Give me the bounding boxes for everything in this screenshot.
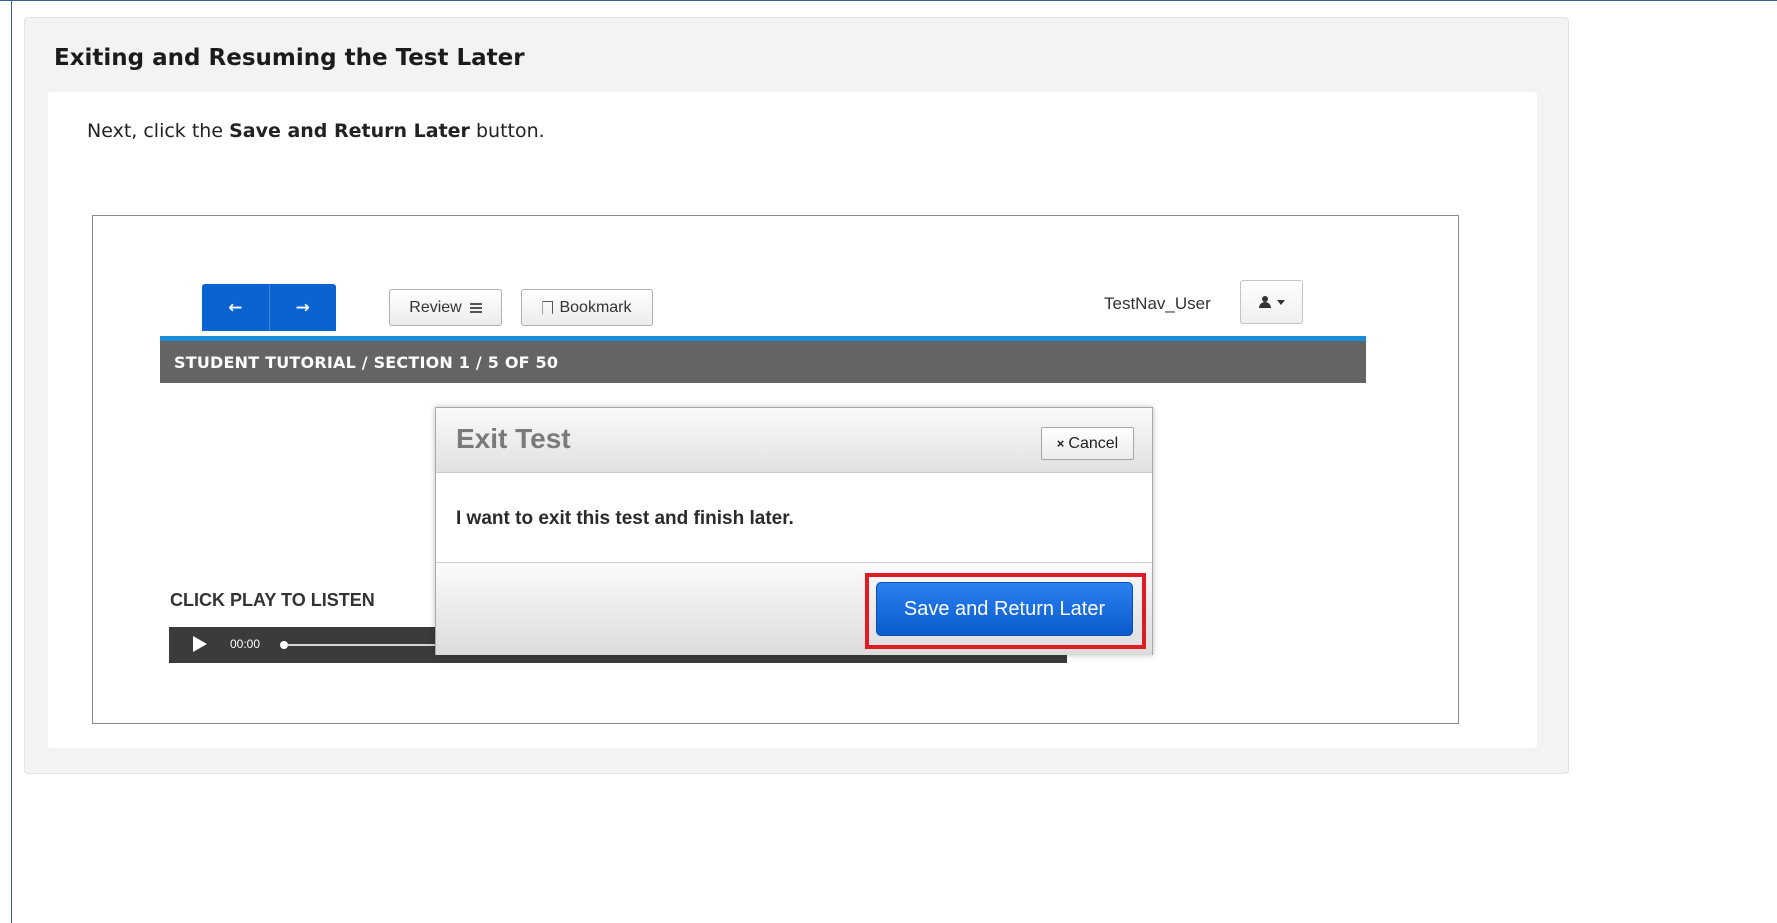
user-icon	[1258, 296, 1272, 308]
review-button[interactable]: Review	[389, 289, 502, 326]
cancel-button[interactable]: × Cancel	[1041, 427, 1134, 460]
dialog-message: I want to exit this test and finish late…	[456, 508, 794, 529]
nav-arrows: ← →	[202, 284, 336, 331]
instruction-prefix: Next, click the	[87, 120, 230, 142]
list-icon	[469, 302, 482, 313]
instruction-emphasis: Save and Return Later	[229, 120, 470, 142]
next-button[interactable]: →	[270, 284, 337, 331]
scrubber-handle[interactable]	[280, 641, 288, 649]
audio-time: 00:00	[230, 637, 261, 651]
previous-button[interactable]: ←	[202, 284, 269, 331]
dialog-header: Exit Test × Cancel	[436, 408, 1152, 473]
page-title: Exiting and Resuming the Test Later	[54, 45, 525, 71]
caret-down-icon	[1277, 299, 1285, 305]
save-label: Save and Return Later	[903, 597, 1106, 620]
arrow-left-icon: ←	[228, 297, 243, 318]
save-and-return-later-button[interactable]: Save and Return Later	[876, 582, 1133, 636]
listen-label: CLICK PLAY TO LISTEN	[170, 590, 375, 610]
bookmark-label: Bookmark	[559, 298, 632, 316]
play-icon[interactable]	[193, 636, 207, 652]
frame-border-top	[0, 0, 1777, 1]
bookmark-icon	[542, 300, 554, 315]
breadcrumb: STUDENT TUTORIAL / SECTION 1 / 5 OF 50	[174, 352, 559, 372]
bookmark-button[interactable]: Bookmark	[521, 289, 653, 326]
breadcrumb-bar: STUDENT TUTORIAL / SECTION 1 / 5 OF 50	[160, 341, 1366, 383]
instruction-text: Next, click the Save and Return Later bu…	[87, 120, 545, 142]
review-label: Review	[409, 298, 462, 316]
frame-border-left	[11, 0, 12, 923]
arrow-right-icon: →	[295, 297, 310, 318]
instruction-suffix: button.	[469, 120, 545, 142]
scrubber-track[interactable]	[288, 644, 438, 646]
username: TestNav_User	[1104, 294, 1211, 313]
cancel-label: Cancel	[1068, 434, 1119, 452]
user-menu-button[interactable]	[1240, 280, 1303, 324]
dialog-title: Exit Test	[456, 423, 571, 454]
close-icon: ×	[1056, 436, 1065, 451]
